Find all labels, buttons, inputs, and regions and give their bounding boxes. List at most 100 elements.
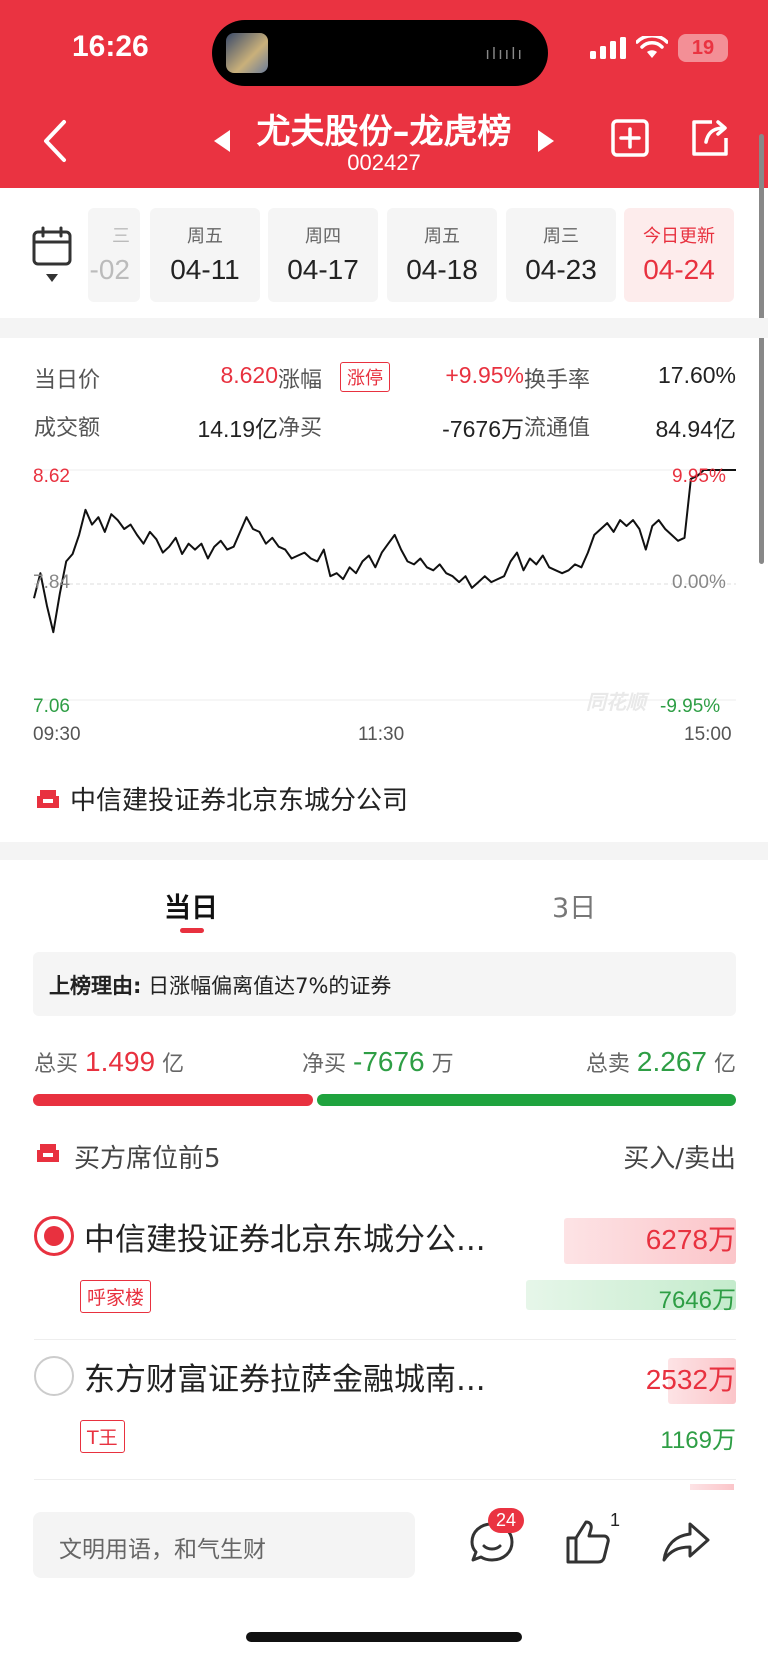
buy-sell-totals: 总买 1.499 亿 净买 -7676 万 总卖 2.267 亿	[34, 1046, 736, 1086]
seat-name: 东方财富证券拉萨金融城南...	[84, 1362, 486, 1398]
like-icon[interactable]	[562, 1516, 614, 1568]
wifi-icon	[636, 36, 668, 58]
date-weekday: 周五	[187, 226, 223, 247]
intraday-chart-svg	[33, 469, 736, 701]
comment-count-badge: 24	[488, 1508, 525, 1533]
change-label: 涨幅	[278, 368, 323, 393]
date-tab[interactable]: 三 -02	[88, 208, 140, 302]
audio-wave-icon: ılıılı	[485, 44, 524, 63]
sell-amount: 1169万	[660, 1427, 736, 1454]
reason-text: 日涨幅偏离值达7%的证券	[148, 974, 392, 998]
top-broker-name: 中信建投证券北京东城分公司	[70, 786, 409, 816]
y-tick-right-mid: 0.00%	[672, 572, 726, 593]
section-divider	[0, 842, 768, 860]
reason-label: 上榜理由:	[49, 974, 142, 998]
top-broker-highlight[interactable]: 中信建投证券北京东城分公司	[34, 780, 408, 817]
total-sell-unit: 亿	[713, 1052, 736, 1077]
date-value: 04-11	[170, 254, 240, 285]
date-tab[interactable]: 周三 04-23	[506, 208, 616, 302]
total-buy: 总买 1.499 亿	[34, 1046, 184, 1078]
date-tab[interactable]: 周五 04-18	[387, 208, 497, 302]
total-net-label: 净买	[302, 1052, 347, 1077]
seat-radio-selected[interactable]	[34, 1216, 74, 1256]
x-tick-mid: 11:30	[358, 724, 405, 745]
date-tab[interactable]: 周五 04-11	[150, 208, 260, 302]
add-watchlist-icon[interactable]	[610, 118, 650, 158]
seat-icon	[37, 789, 59, 808]
price-value: 8.620	[220, 362, 278, 388]
total-net-value: -7676	[353, 1046, 425, 1077]
total-sell-value: 2.267	[636, 1046, 707, 1077]
date-value: 04-17	[287, 254, 359, 285]
total-buy-label: 总买	[34, 1052, 79, 1077]
tab-today[interactable]: 当日	[164, 886, 218, 925]
period-tabs: 当日 3日	[0, 880, 768, 940]
bottom-toolbar: 文明用语，和气生财 24 1	[0, 1490, 768, 1665]
seat-tag[interactable]: 呼家楼	[80, 1280, 152, 1313]
date-weekday: 周四	[305, 226, 341, 247]
float-cap-value: 84.94亿	[655, 416, 736, 442]
date-tab-today[interactable]: 今日更新 04-24	[624, 208, 734, 302]
total-sell-label: 总卖	[585, 1052, 630, 1077]
status-icons: 19	[590, 34, 728, 62]
total-buy-unit: 亿	[162, 1052, 185, 1077]
limit-up-badge: 涨停	[340, 362, 390, 392]
total-net: 净买 -7676 万	[302, 1046, 454, 1078]
date-tab[interactable]: 周四 04-17	[268, 208, 378, 302]
y-tick-right-bottom: -9.95%	[660, 696, 721, 717]
date-selector: 三 -02 周五 04-11 周四 04-17 周五 04-18 周三 04-2…	[0, 208, 768, 304]
price-label: 当日价	[34, 368, 101, 393]
status-time: 16:26	[72, 30, 149, 63]
net-buy-value: -7676万	[442, 416, 524, 442]
date-weekday: 三	[112, 226, 130, 247]
like-count: 1	[610, 1510, 621, 1530]
total-net-unit: 万	[431, 1052, 454, 1077]
active-tab-indicator	[180, 928, 204, 933]
seat-radio[interactable]	[34, 1356, 74, 1396]
y-tick-left-mid: 7.84	[33, 572, 70, 593]
section-divider	[0, 318, 768, 338]
seat-row[interactable]: 东方财富证券拉萨金融城南... T王 2532万 1169万	[34, 1340, 736, 1480]
y-tick-right-top: 9.95%	[672, 466, 726, 487]
stock-stats: 当日价 8.620 涨幅 涨停 +9.95% 换手率 17.60% 成交额 14…	[34, 356, 736, 456]
comment-input[interactable]: 文明用语，和气生财	[33, 1512, 415, 1578]
y-tick-left-bottom: 7.06	[33, 696, 70, 717]
forward-icon[interactable]	[660, 1516, 712, 1568]
seat-icon	[37, 1144, 59, 1162]
buyer-seats-title: 买方席位前5	[74, 1144, 221, 1174]
total-sell: 总卖 2.267 亿	[586, 1046, 736, 1078]
buy-amount: 6278万	[645, 1224, 736, 1255]
tab-3day[interactable]: 3日	[552, 886, 596, 925]
date-weekday: 周三	[543, 226, 579, 247]
intraday-chart[interactable]: 8.62 7.84 7.06 9.95% 0.00% -9.95% 同花顺 09…	[0, 456, 768, 746]
date-value: 04-23	[525, 254, 597, 285]
page-title: 尤夫股份–龙虎榜	[256, 112, 512, 152]
sell-amount: 7646万	[658, 1287, 736, 1314]
date-weekday: 周五	[424, 226, 460, 247]
seat-name: 中信建投证券北京东城分公...	[84, 1222, 486, 1258]
stock-code: 002427	[347, 150, 421, 175]
seat-tag[interactable]: T王	[80, 1420, 125, 1453]
x-tick-open: 09:30	[33, 724, 81, 745]
x-tick-close: 15:00	[684, 724, 732, 745]
battery-indicator: 19	[678, 34, 728, 62]
watermark-logo: 同花顺	[586, 690, 646, 714]
total-buy-value: 1.499	[85, 1046, 156, 1077]
sell-ratio-bar	[317, 1094, 736, 1106]
y-tick-left-top: 8.62	[33, 466, 70, 487]
change-value: +9.95%	[445, 362, 524, 388]
date-weekday: 今日更新	[643, 226, 715, 247]
buyer-seats-header: 买方席位前5 买入/卖出	[34, 1138, 736, 1178]
seat-row[interactable]: 中信建投证券北京东城分公... 呼家楼 6278万 7646万	[34, 1200, 736, 1340]
calendar-icon[interactable]	[32, 226, 72, 288]
listing-reason: 上榜理由: 日涨幅偏离值达7%的证券	[33, 952, 736, 1016]
app-header: 16:26 ılıılı 19 尤夫股份–龙虎榜 002427	[0, 0, 768, 188]
date-value: 04-18	[406, 254, 478, 285]
date-value: 04-24	[643, 254, 715, 285]
amount-value: 14.19亿	[197, 416, 278, 442]
signal-icon	[590, 37, 626, 59]
share-icon[interactable]	[690, 118, 730, 158]
price-line	[33, 469, 736, 634]
turnover-label: 换手率	[524, 368, 591, 393]
next-stock-button[interactable]	[538, 130, 554, 152]
